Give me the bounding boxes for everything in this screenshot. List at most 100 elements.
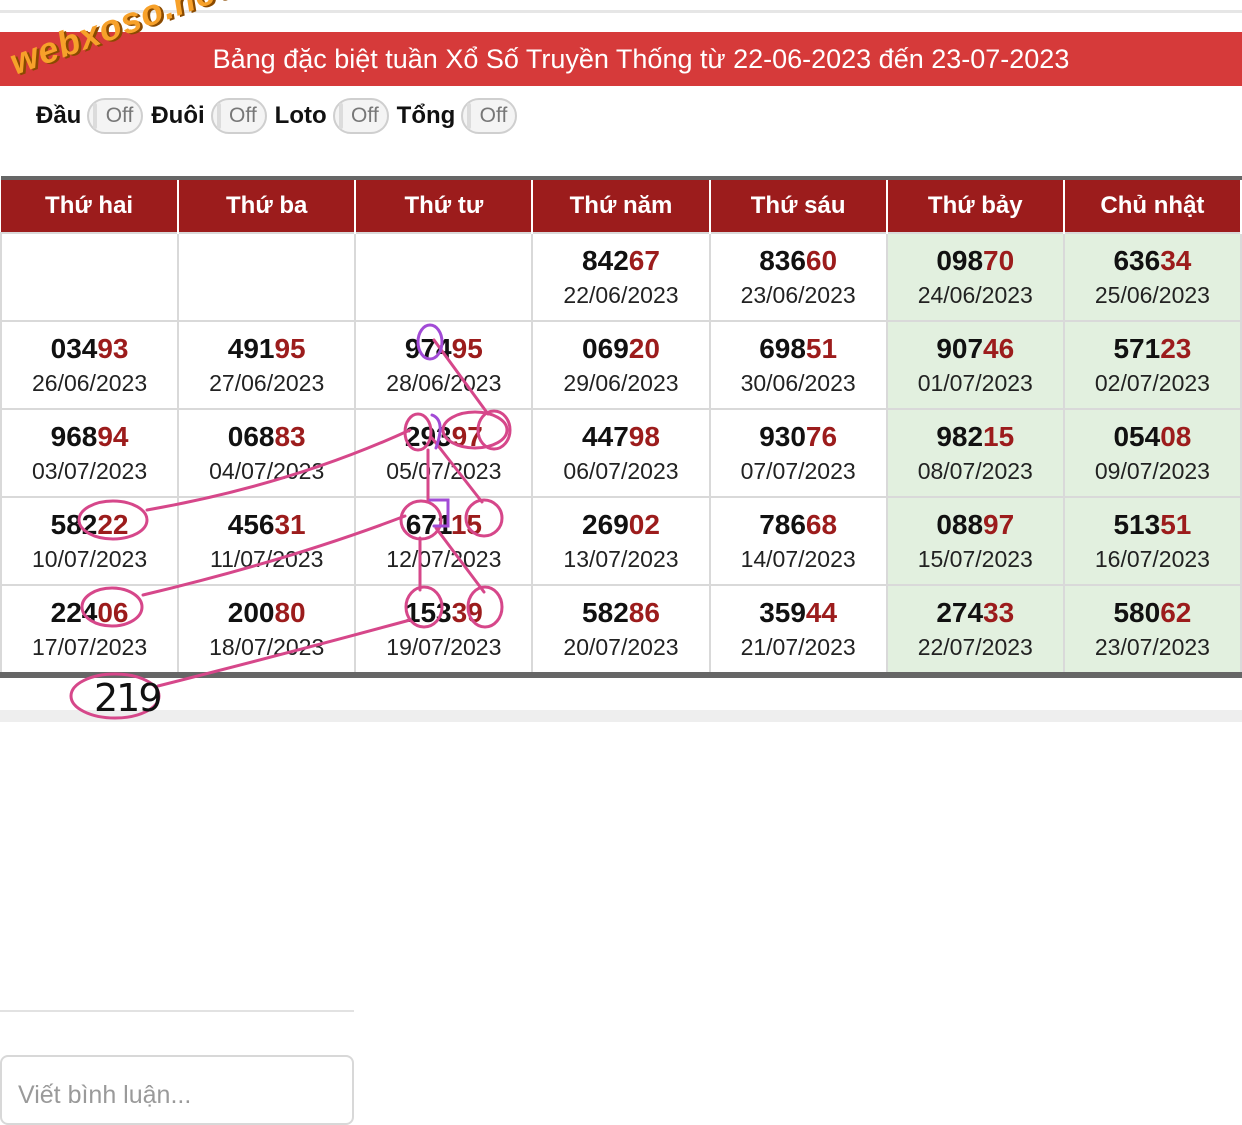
result-tail: 97 <box>451 421 483 452</box>
result-date: 23/07/2023 <box>1094 634 1210 660</box>
result-tail: 44 <box>805 597 838 628</box>
result-head: 200 <box>227 597 275 628</box>
comment-input[interactable]: Viết bình luận... <box>0 1055 354 1125</box>
result-date: 14/07/2023 <box>740 546 856 572</box>
result-date: 21/07/2023 <box>740 634 856 660</box>
result-head: 513 <box>1113 509 1161 540</box>
result-number: 03493 <box>2 331 177 367</box>
result-head: 636 <box>1113 245 1161 276</box>
result-date: 12/07/2023 <box>386 546 502 572</box>
result-cell: 03493 26/06/2023 <box>0 320 180 410</box>
result-tail: 68 <box>805 509 838 540</box>
result-head: 054 <box>1113 421 1161 452</box>
result-tail: 62 <box>1160 597 1192 628</box>
result-date: 23/06/2023 <box>740 282 856 308</box>
result-number: 83660 <box>711 243 886 279</box>
result-date: 11/07/2023 <box>210 546 324 572</box>
result-tail: 98 <box>628 421 660 452</box>
table-row: 22406 17/07/2023 20080 18/07/2023 15339 19/07… <box>0 584 1242 676</box>
result-head: 907 <box>936 333 984 364</box>
table-row: 84267 22/06/2023 83660 23/06/2023 09870 24/06… <box>0 232 1242 322</box>
day-header: Thứ bảy <box>885 178 1065 233</box>
result-head: 069 <box>582 333 629 364</box>
result-number: 45631 <box>179 507 354 543</box>
toggle-switch[interactable]: Off <box>210 98 267 134</box>
result-head: 786 <box>759 509 806 540</box>
result-tail: 22 <box>97 509 129 540</box>
result-date: 05/07/2023 <box>386 458 502 484</box>
result-tail: 15 <box>450 509 483 540</box>
toggle-label: Đầu <box>36 102 82 129</box>
toggle-state: Off <box>351 104 379 127</box>
result-tail: 02 <box>628 509 660 540</box>
result-tail: 06 <box>97 597 129 628</box>
result-number: 09870 <box>888 243 1063 279</box>
result-cell <box>0 232 180 322</box>
result-cell: 29397 05/07/2023 <box>354 408 534 498</box>
result-number: 29397 <box>356 419 531 455</box>
table-body: 84267 22/06/2023 83660 23/06/2023 09870 24/06… <box>0 232 1242 676</box>
result-cell: 97495 28/06/2023 <box>354 320 534 410</box>
result-date: 07/07/2023 <box>740 458 856 484</box>
result-number: 57123 <box>1065 331 1240 367</box>
result-head: 359 <box>759 597 806 628</box>
result-tail: 95 <box>274 333 306 364</box>
result-tail: 33 <box>983 597 1015 628</box>
result-number: 20080 <box>179 595 354 631</box>
result-number: 58286 <box>533 595 708 631</box>
result-number: 90746 <box>888 331 1063 367</box>
result-number: 69851 <box>711 331 886 367</box>
filter-toggles: Đầu Off Đuôi Off Loto Off Tổng Off <box>36 96 525 136</box>
result-date: 09/07/2023 <box>1094 458 1210 484</box>
result-date: 02/07/2023 <box>1094 370 1210 396</box>
result-tail: 51 <box>1160 509 1192 540</box>
result-head: 034 <box>50 333 98 364</box>
result-cell: 35944 21/07/2023 <box>708 584 888 676</box>
day-header: Thứ sáu <box>708 178 888 233</box>
result-number: 49195 <box>179 331 354 367</box>
table-header-row: Thứ hai Thứ ba Thứ tư Thứ năm Thứ sáu Thứ bảy… <box>1 178 1242 233</box>
result-date: 19/07/2023 <box>386 634 502 660</box>
day-header: Thứ năm <box>531 178 711 233</box>
result-tail: 95 <box>451 333 483 364</box>
result-date: 22/06/2023 <box>563 282 679 308</box>
toggle-switch[interactable]: Off <box>332 98 389 134</box>
toggle-switch[interactable]: Off <box>461 98 518 134</box>
result-date: 15/07/2023 <box>917 546 1033 572</box>
result-cell: 51351 16/07/2023 <box>1062 496 1242 586</box>
result-cell: 45631 11/07/2023 <box>177 496 357 586</box>
result-cell: 78668 14/07/2023 <box>708 496 888 586</box>
result-date: 18/07/2023 <box>209 634 325 660</box>
result-cell <box>177 232 357 322</box>
result-tail: 80 <box>274 597 306 628</box>
result-number: 05408 <box>1065 419 1240 455</box>
result-head: 224 <box>50 597 98 628</box>
result-date: 28/06/2023 <box>386 370 502 396</box>
result-cell: 83660 23/06/2023 <box>708 232 888 322</box>
result-head: 068 <box>227 421 275 452</box>
result-cell: 27433 22/07/2023 <box>885 584 1065 676</box>
result-number: 06883 <box>179 419 354 455</box>
result-tail: 76 <box>805 421 838 452</box>
table-row: 96894 03/07/2023 06883 04/07/2023 29397 05/07… <box>0 408 1242 498</box>
result-date: 22/07/2023 <box>917 634 1033 660</box>
result-head: 447 <box>582 421 629 452</box>
result-number: 58222 <box>2 507 177 543</box>
result-head: 274 <box>936 597 984 628</box>
result-date: 10/07/2023 <box>32 546 148 572</box>
result-tail: 34 <box>1160 245 1192 276</box>
result-tail: 86 <box>628 597 660 628</box>
result-number: 93076 <box>711 419 886 455</box>
day-header: Chủ nhật <box>1062 178 1242 233</box>
results-table: Thứ hai Thứ ba Thứ tư Thứ năm Thứ sáu Thứ bảy… <box>0 176 1242 678</box>
result-number: 08897 <box>888 507 1063 543</box>
result-number: 22406 <box>2 595 177 631</box>
result-cell: 09870 24/06/2023 <box>885 232 1065 322</box>
result-cell: 58062 23/07/2023 <box>1062 584 1242 676</box>
result-tail: 31 <box>274 509 306 540</box>
toggle-switch[interactable]: Off <box>87 98 144 134</box>
result-number: 67115 <box>356 507 531 543</box>
result-cell: 20080 18/07/2023 <box>177 584 357 676</box>
handwritten-note: 219 <box>94 676 163 720</box>
result-cell: 57123 02/07/2023 <box>1062 320 1242 410</box>
